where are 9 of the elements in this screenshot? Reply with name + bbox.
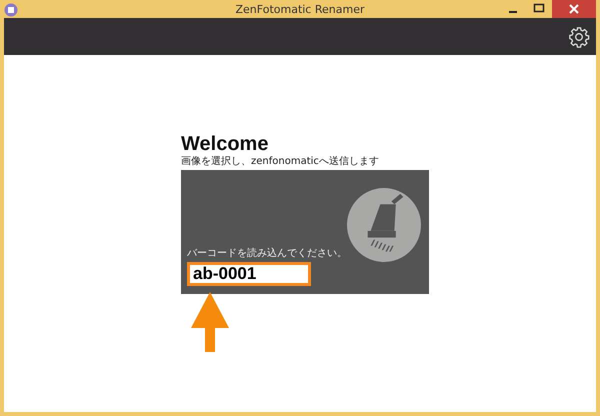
welcome-heading: Welcome [181,133,270,155]
scan-prompt: バーコードを読み込んでください。 [187,246,347,260]
settings-icon[interactable] [568,26,590,48]
subtitle: 画像を選択し、zenfonomaticへ送信します [181,155,380,168]
window-title: ZenFotomatic Renamer [236,3,364,16]
barcode-field[interactable]: ab-0001 [187,262,311,286]
up-arrow-drawing [191,292,229,352]
app-icon [4,3,18,17]
close-icon[interactable] [552,0,596,18]
